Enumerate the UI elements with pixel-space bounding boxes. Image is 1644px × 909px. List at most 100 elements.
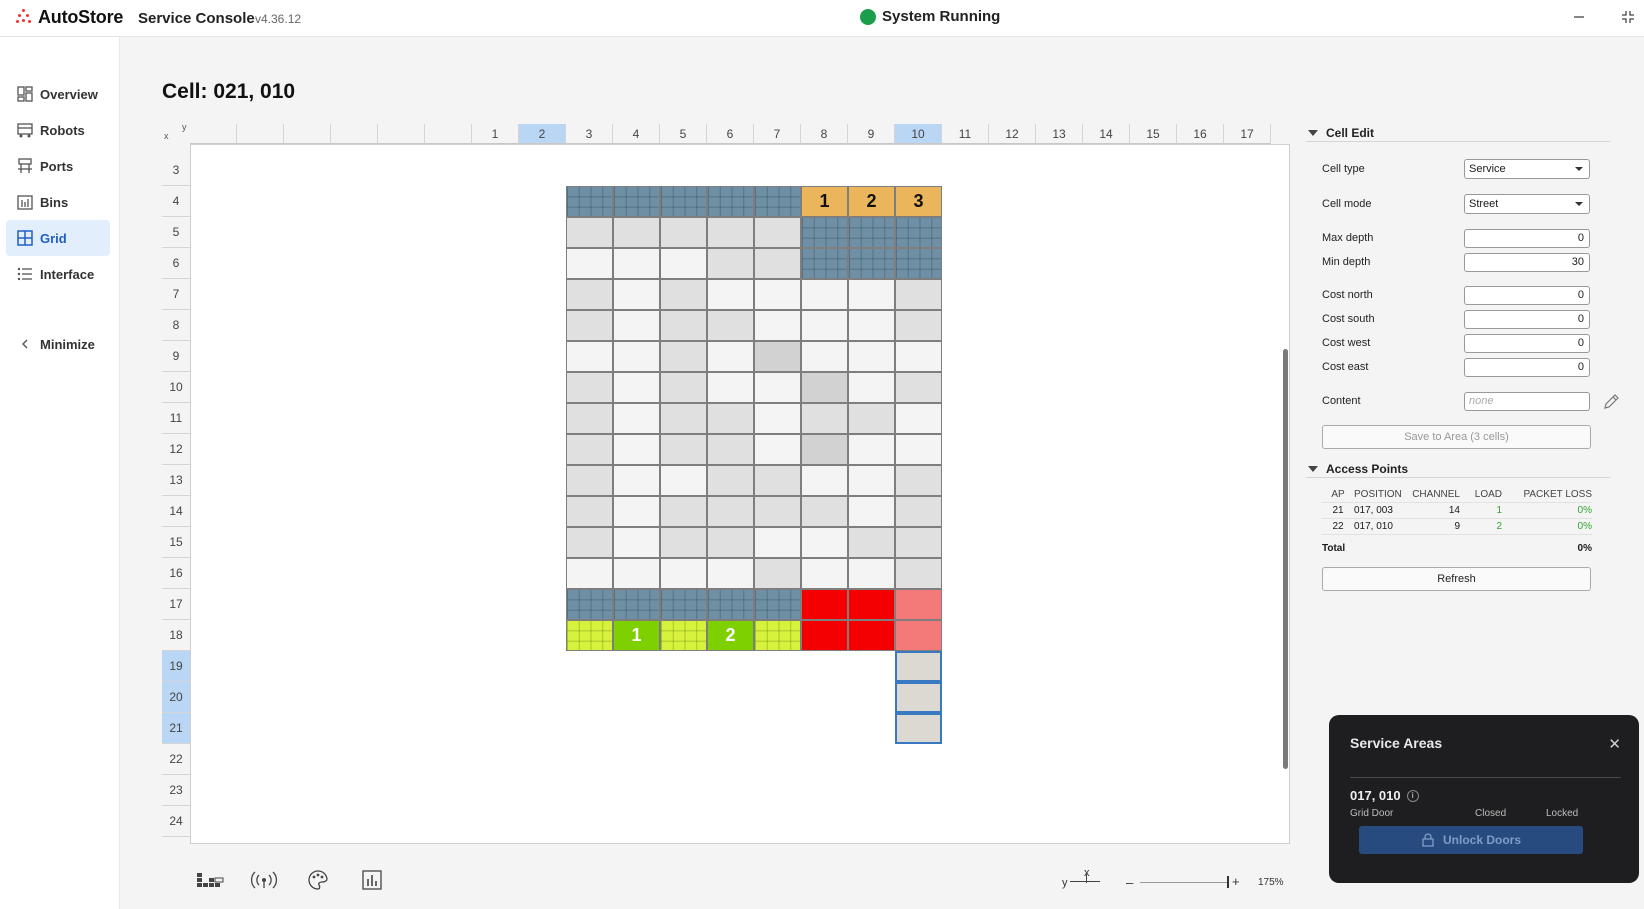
row-header-cell[interactable]: 19 xyxy=(162,651,190,682)
grid-cell[interactable] xyxy=(707,310,754,341)
row-header-cell[interactable]: 20 xyxy=(162,682,190,713)
column-header-cell[interactable] xyxy=(425,124,472,144)
grid-cell[interactable] xyxy=(660,341,707,372)
grid-cell[interactable] xyxy=(660,434,707,465)
grid-cell[interactable] xyxy=(754,310,801,341)
wireless-signal-icon[interactable] xyxy=(250,868,278,892)
palette-icon[interactable] xyxy=(304,868,332,892)
grid-cell[interactable] xyxy=(707,558,754,589)
grid-cell[interactable] xyxy=(660,558,707,589)
grid-cell[interactable] xyxy=(707,527,754,558)
cost-south-input[interactable]: 0 xyxy=(1464,309,1590,329)
grid-cell[interactable] xyxy=(801,310,848,341)
grid-cell[interactable] xyxy=(754,403,801,434)
grid-cell[interactable] xyxy=(660,465,707,496)
grid-cell[interactable] xyxy=(848,527,895,558)
grid-cell[interactable] xyxy=(801,217,848,248)
grid-cell[interactable] xyxy=(801,620,848,651)
grid-cell[interactable] xyxy=(566,465,613,496)
row-header-cell[interactable]: 24 xyxy=(162,806,190,837)
column-header-cell[interactable] xyxy=(331,124,378,144)
row-header-cell[interactable]: 21 xyxy=(162,713,190,744)
grid-cell[interactable] xyxy=(613,496,660,527)
grid-layers-icon[interactable] xyxy=(196,868,224,892)
grid-cell[interactable]: 1 xyxy=(801,186,848,217)
grid-cell[interactable] xyxy=(613,372,660,403)
grid-cell[interactable]: 2 xyxy=(707,620,754,651)
row-header-cell[interactable]: 5 xyxy=(162,217,190,248)
grid-cell[interactable] xyxy=(801,372,848,403)
grid-cell[interactable] xyxy=(660,620,707,651)
minimize-window-icon[interactable] xyxy=(1568,6,1590,28)
sidebar-item-robots[interactable]: Robots xyxy=(6,112,110,148)
close-icon[interactable]: ✕ xyxy=(1608,735,1621,753)
grid-cell[interactable] xyxy=(754,527,801,558)
grid-cell[interactable] xyxy=(848,620,895,651)
grid-cell[interactable] xyxy=(613,558,660,589)
grid-cell[interactable] xyxy=(613,403,660,434)
grid-cell[interactable] xyxy=(801,589,848,620)
grid-cell[interactable] xyxy=(707,465,754,496)
grid-cell[interactable] xyxy=(848,248,895,279)
cell-edit-header[interactable]: Cell Edit xyxy=(1306,124,1610,142)
grid-cell[interactable] xyxy=(895,527,942,558)
row-header-cell[interactable]: 8 xyxy=(162,310,190,341)
grid-cell[interactable]: 2 xyxy=(848,186,895,217)
grid-cell[interactable] xyxy=(613,186,660,217)
grid-cell[interactable] xyxy=(895,434,942,465)
row-header-cell[interactable]: 7 xyxy=(162,279,190,310)
row-header-cell[interactable]: 22 xyxy=(162,744,190,775)
grid-cell[interactable] xyxy=(848,496,895,527)
grid-cell[interactable] xyxy=(660,186,707,217)
column-header-cell[interactable]: 8 xyxy=(801,124,848,144)
grid-canvas[interactable]: 12312 xyxy=(190,144,1290,844)
grid-cell[interactable] xyxy=(660,527,707,558)
row-header-cell[interactable]: 17 xyxy=(162,589,190,620)
grid-cell[interactable] xyxy=(566,248,613,279)
grid-cell[interactable] xyxy=(566,403,613,434)
grid-cell[interactable] xyxy=(895,217,942,248)
grid-cell[interactable] xyxy=(848,279,895,310)
content-input[interactable]: none xyxy=(1464,391,1590,411)
grid-cell[interactable] xyxy=(566,217,613,248)
column-header-cell[interactable]: 7 xyxy=(754,124,801,144)
grid-cell[interactable] xyxy=(613,589,660,620)
grid-cell[interactable] xyxy=(801,248,848,279)
grid-cell[interactable] xyxy=(660,310,707,341)
column-header-cell[interactable]: 2 xyxy=(519,124,566,144)
grid-cell[interactable] xyxy=(566,558,613,589)
column-header-cell[interactable] xyxy=(284,124,331,144)
grid-cell-selected[interactable] xyxy=(895,651,942,682)
min-depth-input[interactable]: 30 xyxy=(1464,252,1590,272)
grid-cell[interactable] xyxy=(707,372,754,403)
grid-cell[interactable] xyxy=(848,589,895,620)
column-header-cell[interactable] xyxy=(190,124,237,144)
sidebar-item-ports[interactable]: Ports xyxy=(6,148,110,184)
grid-cell[interactable] xyxy=(754,217,801,248)
grid-cell[interactable] xyxy=(707,186,754,217)
grid-cell[interactable] xyxy=(801,434,848,465)
row-header-cell[interactable]: 13 xyxy=(162,465,190,496)
grid-cell[interactable] xyxy=(613,248,660,279)
grid-cell[interactable] xyxy=(754,341,801,372)
grid-cell[interactable] xyxy=(895,372,942,403)
grid-cell[interactable]: 1 xyxy=(613,620,660,651)
grid-cell[interactable] xyxy=(848,310,895,341)
grid-cell[interactable] xyxy=(566,434,613,465)
grid-cell[interactable] xyxy=(754,248,801,279)
column-header-cell[interactable]: 17 xyxy=(1224,124,1271,144)
grid-cell[interactable] xyxy=(754,465,801,496)
grid-cell[interactable] xyxy=(754,589,801,620)
column-header-cell[interactable]: 3 xyxy=(566,124,613,144)
row-header-cell[interactable]: 15 xyxy=(162,527,190,558)
column-header-cell[interactable]: 11 xyxy=(942,124,989,144)
row-header-cell[interactable]: 23 xyxy=(162,775,190,806)
grid-cell[interactable] xyxy=(848,372,895,403)
grid-cell[interactable] xyxy=(707,403,754,434)
collapse-window-icon[interactable] xyxy=(1617,6,1639,28)
grid-cell[interactable] xyxy=(660,279,707,310)
column-header-cell[interactable] xyxy=(378,124,425,144)
column-header-cell[interactable] xyxy=(237,124,284,144)
grid-cell[interactable] xyxy=(801,558,848,589)
cost-east-input[interactable]: 0 xyxy=(1464,357,1590,377)
